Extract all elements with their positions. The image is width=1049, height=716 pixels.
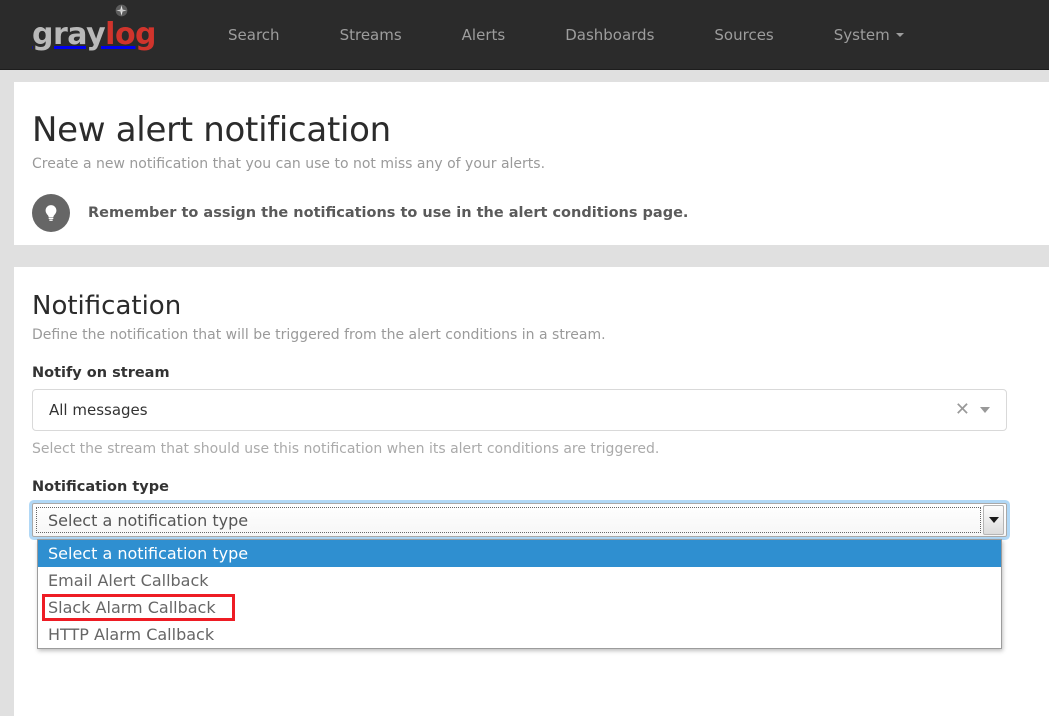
nav-link-alerts[interactable]: Alerts <box>452 18 516 52</box>
notification-type-selected-value: Select a notification type <box>36 507 981 533</box>
option-label: Slack Alarm Callback <box>48 598 216 617</box>
notify-on-stream-help: Select the stream that should use this n… <box>32 441 660 457</box>
notification-type-select-wrap: Select a notification type Select a noti… <box>32 503 1007 649</box>
option-email-alert-callback[interactable]: Email Alert Callback <box>38 567 1001 594</box>
stream-select-value: All messages <box>49 401 148 419</box>
section-title: Notification <box>32 291 182 321</box>
triangle-down-icon[interactable] <box>983 505 1004 535</box>
compass-dot-icon <box>115 4 128 16</box>
navbar-links: Search Streams Alerts Dashboards Sources… <box>218 18 914 52</box>
notification-type-label: Notification type <box>32 479 169 495</box>
page-header-panel: New alert notification Create a new noti… <box>14 82 1049 245</box>
page-title: New alert notification <box>32 110 391 150</box>
page-root: gray log Search Streams Alerts Dashboard… <box>0 0 1049 716</box>
graylog-logo[interactable]: gray log <box>32 4 157 52</box>
option-slack-alarm-callback[interactable]: Slack Alarm Callback <box>38 594 1001 621</box>
nav-link-streams[interactable]: Streams <box>330 18 412 52</box>
nav-label-alerts: Alerts <box>461 25 506 44</box>
logo-text-gray: gray <box>32 16 106 52</box>
nav-label-system: System <box>833 25 890 44</box>
notification-type-options-list: Select a notification type Email Alert C… <box>37 539 1002 649</box>
stream-select[interactable]: All messages ✕ <box>32 389 1007 431</box>
lightbulb-icon <box>32 194 70 232</box>
nav-label-search: Search <box>228 25 280 44</box>
top-navbar: gray log Search Streams Alerts Dashboard… <box>0 0 1049 70</box>
chevron-down-icon <box>895 33 904 37</box>
nav-label-streams: Streams <box>339 25 402 44</box>
notification-panel: Notification Define the notification tha… <box>14 267 1049 716</box>
close-x-icon[interactable]: ✕ <box>945 401 980 419</box>
notification-type-group: Notification type Select a notification … <box>32 479 1007 649</box>
nav-link-sources[interactable]: Sources <box>704 18 783 52</box>
option-http-alarm-callback[interactable]: HTTP Alarm Callback <box>38 621 1001 648</box>
notify-on-stream-label: Notify on stream <box>32 365 170 381</box>
option-label: Select a notification type <box>48 544 249 563</box>
nav-link-search[interactable]: Search <box>218 18 290 52</box>
notification-type-select[interactable]: Select a notification type <box>32 503 1007 537</box>
chevron-down-icon[interactable] <box>980 407 990 413</box>
notify-on-stream-group: Notify on stream All messages ✕ Select t… <box>32 365 1007 457</box>
logo-text-log-label: log <box>105 16 157 52</box>
nav-label-sources: Sources <box>714 25 774 44</box>
tip-text: Remember to assign the notifications to … <box>88 205 689 221</box>
option-select-a-notification-type[interactable]: Select a notification type <box>38 540 1001 567</box>
nav-link-system[interactable]: System <box>824 18 914 52</box>
page-subtitle: Create a new notification that you can u… <box>32 156 546 172</box>
tip-banner: Remember to assign the notifications to … <box>32 194 1049 232</box>
option-label: Email Alert Callback <box>48 571 209 590</box>
option-label: HTTP Alarm Callback <box>48 625 215 644</box>
logo-text-log: log <box>105 4 157 52</box>
nav-label-dashboards: Dashboards <box>565 25 655 44</box>
nav-link-dashboards[interactable]: Dashboards <box>555 18 664 52</box>
section-subtitle: Define the notification that will be tri… <box>32 327 606 343</box>
